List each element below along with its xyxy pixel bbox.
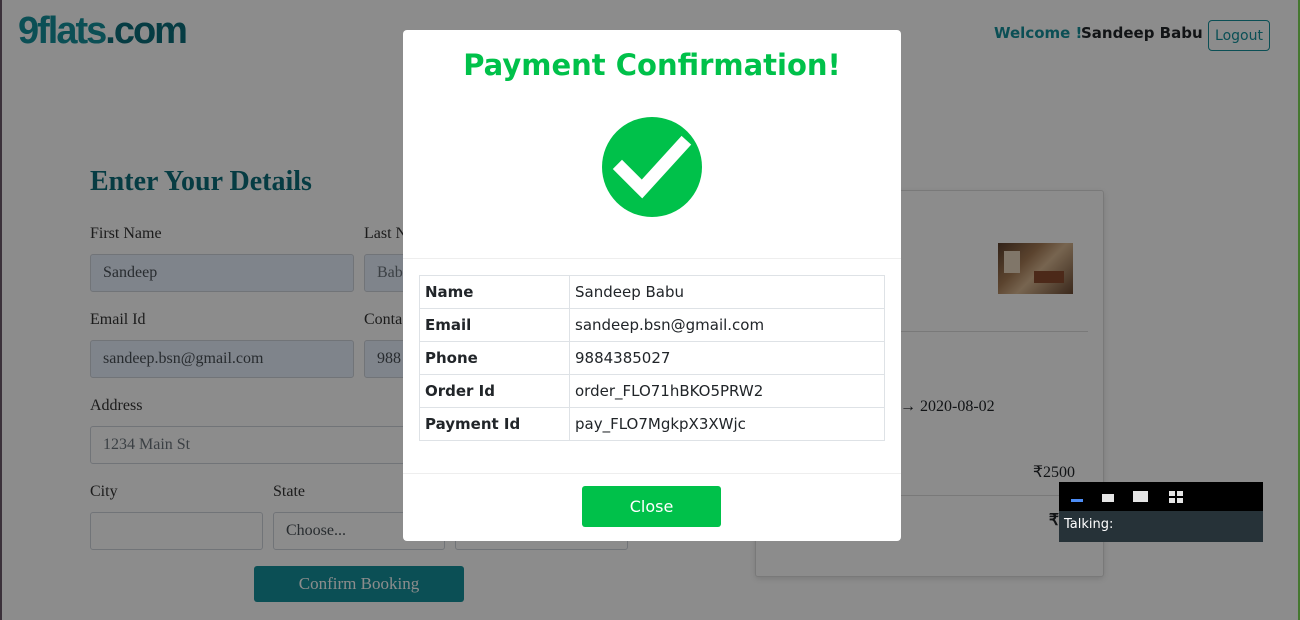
modal-divider [403, 473, 901, 474]
grid-icon-cell [1177, 498, 1183, 503]
row-value: Sandeep Babu [569, 275, 885, 309]
grid-icon[interactable] [1169, 491, 1175, 496]
row-value: pay_FLO7MgkpX3XWjc [569, 407, 885, 441]
table-row: Payment Id pay_FLO7MgkpX3XWjc [419, 407, 885, 441]
table-row: Phone 9884385027 [419, 341, 885, 375]
payment-details-table: Name Sandeep Babu Email sandeep.bsn@gmai… [419, 275, 885, 441]
row-value: 9884385027 [569, 341, 885, 375]
close-button[interactable]: Close [582, 486, 721, 527]
row-value: order_FLO71hBKO5PRW2 [569, 374, 885, 408]
small-window-icon[interactable] [1102, 494, 1114, 502]
row-key: Order Id [419, 374, 570, 408]
row-key: Payment Id [419, 407, 570, 441]
table-row: Name Sandeep Babu [419, 275, 885, 309]
row-key: Email [419, 308, 570, 342]
talking-status: Talking: [1059, 511, 1263, 542]
check-circle-icon [602, 117, 702, 217]
row-key: Name [419, 275, 570, 309]
table-row: Order Id order_FLO71hBKO5PRW2 [419, 374, 885, 408]
grid-icon-cell [1169, 498, 1175, 503]
modal-title: Payment Confirmation! [463, 48, 841, 82]
talking-widget: Talking: [1059, 482, 1263, 542]
payment-confirmation-modal: Payment Confirmation! Name Sandeep Babu … [403, 30, 901, 541]
widget-toolbar [1059, 482, 1263, 511]
grid-icon-cell [1177, 491, 1183, 496]
minimize-icon[interactable] [1071, 499, 1083, 502]
large-window-icon[interactable] [1133, 491, 1148, 502]
table-row: Email sandeep.bsn@gmail.com [419, 308, 885, 342]
row-value: sandeep.bsn@gmail.com [569, 308, 885, 342]
modal-divider [403, 258, 901, 259]
row-key: Phone [419, 341, 570, 375]
